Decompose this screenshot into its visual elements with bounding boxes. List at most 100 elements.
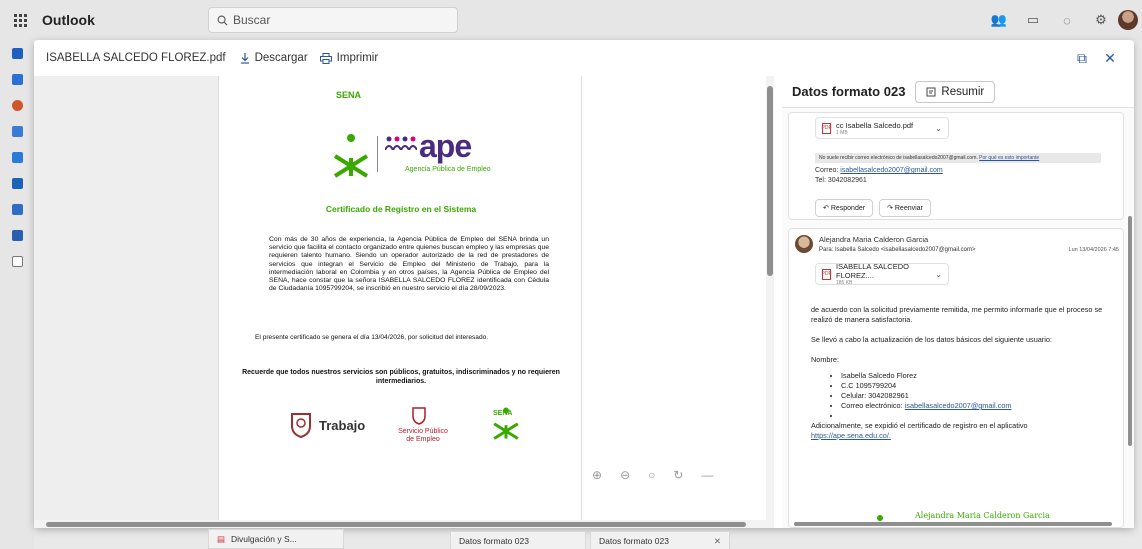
reply-actions: ↶ Responder ↷ Reenviar: [815, 199, 931, 217]
mail-reading-pane: Datos formato 023 Resumir PDF cc Isabell…: [782, 76, 1134, 528]
gear-icon[interactable]: ⚙: [1084, 0, 1118, 40]
list-item: [841, 411, 1111, 421]
close-icon[interactable]: ✕: [714, 536, 721, 547]
viewer-header: ISABELLA SALCEDO FLOREZ.pdf Descargar Im…: [34, 40, 1134, 76]
message-date: Lun 13/04/2026 7:45: [1068, 247, 1119, 253]
ape-subtitle: Agencia Pública de Empleo: [405, 166, 491, 173]
reply-label: Responder: [830, 204, 866, 212]
bell-icon[interactable]: ◌: [1050, 0, 1084, 40]
search-icon: [217, 15, 228, 25]
zoom-in-icon[interactable]: ⊕: [592, 468, 602, 482]
bottom-tab-label: Divulgación y S...: [231, 534, 297, 544]
search-placeholder: Buscar: [233, 13, 271, 27]
footer-logos: Trabajo Servicio Público de Empleo SENA: [289, 406, 549, 454]
left-rail: [0, 40, 34, 549]
certificate-generated-date: El presente certificado se genera el día…: [255, 334, 489, 341]
message-card-2: Alejandra Maria Calderon Garcia Para: Is…: [788, 228, 1124, 528]
pdf-horizontal-scroll-thumb[interactable]: [46, 522, 746, 527]
spe-logo-text: Servicio Público de Empleo: [398, 428, 448, 443]
contact-email-link[interactable]: isabellasalcedo2007@gmail.com: [840, 167, 942, 174]
download-button[interactable]: Descargar: [240, 52, 308, 64]
bottom-tab-datos-1[interactable]: Datos formato 023: [450, 531, 586, 549]
apps-icon[interactable]: [0, 248, 34, 274]
warning-info-link[interactable]: Por qué es esto importante: [979, 155, 1039, 161]
sender-name[interactable]: Alejandra Maria Calderon Garcia: [819, 235, 928, 244]
sena-footer-text: SENA: [493, 410, 513, 417]
print-button[interactable]: Imprimir: [319, 52, 378, 64]
onedrive-icon[interactable]: [0, 170, 34, 196]
forward-button[interactable]: ↷ Reenviar: [879, 199, 931, 217]
app-launcher-button[interactable]: [0, 0, 40, 40]
app-bar: Outlook Buscar 👥 ▭ ◌ ⚙: [0, 0, 1142, 40]
attachment-chip-2[interactable]: PDF ISABELLA SALCEDO FLOREZ.... 185 KB ⌄: [815, 262, 949, 286]
search-pdf-icon[interactable]: ○: [648, 468, 655, 482]
sena-logo-text: SENA: [336, 90, 362, 100]
copilot-icon[interactable]: [0, 92, 34, 118]
bottom-tab-divulgacion[interactable]: ▤ Divulgación y S...: [208, 529, 344, 549]
forward-icon: ↷: [887, 205, 895, 212]
attachment-chip-1[interactable]: PDF cc Isabella Salcedo.pdf 1 MB ⌄: [815, 117, 949, 139]
zoom-out-icon[interactable]: ⊖: [620, 468, 630, 482]
ape-logo-text: ape: [419, 128, 472, 164]
mail-vertical-scrollbar[interactable]: [1126, 108, 1134, 528]
mail-subject-bar: Datos formato 023 Resumir: [782, 76, 1134, 108]
contact-email-label: Correo:: [815, 167, 841, 174]
name-label: Nombre:: [811, 355, 839, 364]
ape-people-icon: [385, 136, 417, 150]
attachment-size-2: 185 KB: [836, 280, 853, 286]
list-item: Isabella Salcedo Florez: [841, 371, 1111, 381]
calendar-icon[interactable]: ▭: [1016, 0, 1050, 40]
list-item: Correo electrónico: isabellasalcedo2007@…: [841, 401, 1111, 411]
user-avatar[interactable]: [1118, 10, 1138, 30]
bottom-tab-label: Datos formato 023: [599, 536, 669, 546]
org-icon[interactable]: [0, 196, 34, 222]
pdf-preview[interactable]: SENA ape Agencia Pública de Empleo Certi…: [34, 76, 774, 528]
attachment-viewer: ISABELLA SALCEDO FLOREZ.pdf Descargar Im…: [34, 40, 1134, 528]
people-icon[interactable]: [0, 118, 34, 144]
reply-icon: ↶: [823, 205, 831, 212]
summarize-button[interactable]: Resumir: [915, 80, 996, 103]
reply-button[interactable]: ↶ Responder: [815, 199, 874, 217]
body-paragraph-3: Adicionalmente, se expidió el certificad…: [811, 421, 1028, 430]
message-body: de acuerdo con la solicitud previamente …: [811, 305, 1111, 441]
summarize-icon: [926, 87, 936, 96]
search-input[interactable]: Buscar: [208, 7, 458, 33]
forward-label: Reenviar: [894, 204, 923, 212]
pdf-file-icon: PDF: [822, 268, 832, 280]
sender-avatar[interactable]: [795, 235, 813, 253]
mail-horizontal-scroll-thumb[interactable]: [794, 522, 1112, 526]
summarize-label: Resumir: [941, 85, 985, 98]
more-icon[interactable]: —: [701, 468, 713, 482]
pdf-horizontal-scrollbar[interactable]: [34, 520, 766, 528]
list-item: C.C 1095799204: [841, 381, 1111, 391]
message-card-1: PDF cc Isabella Salcedo.pdf 1 MB ⌄ No su…: [788, 112, 1124, 220]
chevron-down-icon[interactable]: ⌄: [935, 124, 942, 133]
mail-vertical-scroll-thumb[interactable]: [1128, 216, 1132, 446]
pdf-vertical-scrollbar[interactable]: [766, 76, 774, 528]
spe-logo-icon: [412, 407, 426, 425]
close-icon[interactable]: ✕: [1096, 48, 1124, 68]
logo-separator: [377, 136, 378, 172]
email-item-link[interactable]: isabellasalcedo2007@gmail.com: [905, 401, 1012, 410]
contact-phone: Tel: 3042082961: [815, 177, 867, 184]
certificate-note: Recuerde que todos nuestros servicios so…: [242, 369, 560, 385]
pdf-page: SENA ape Agencia Pública de Empleo Certi…: [218, 76, 582, 528]
printer-icon: [319, 52, 332, 64]
todo-icon[interactable]: [0, 144, 34, 170]
list-item: Celular: 3042082961: [841, 391, 1111, 401]
attachment-size-1: 1 MB: [836, 129, 848, 136]
bottom-tab-datos-2[interactable]: Datos formato 023 ✕: [590, 531, 730, 549]
cloud-icon[interactable]: [0, 222, 34, 248]
ape-link[interactable]: https://ape.sena.edu.co/.: [811, 431, 891, 440]
mail-icon[interactable]: [0, 40, 34, 66]
signature-dot: [877, 515, 883, 521]
chevron-down-icon[interactable]: ⌄: [935, 270, 942, 279]
rotate-icon[interactable]: ↻: [673, 468, 683, 482]
body-paragraph-1: de acuerdo con la solicitud previamente …: [811, 305, 1103, 324]
sender-warning-text: No suele recibir correo electrónico de i…: [819, 155, 978, 161]
calendar-rail-icon[interactable]: [0, 66, 34, 92]
pdf-vertical-scroll-thumb[interactable]: [767, 86, 773, 276]
teams-icon[interactable]: 👥: [982, 0, 1016, 40]
email-item-label: Correo electrónico:: [841, 401, 905, 410]
open-in-new-window-icon[interactable]: ⧉: [1068, 48, 1096, 68]
